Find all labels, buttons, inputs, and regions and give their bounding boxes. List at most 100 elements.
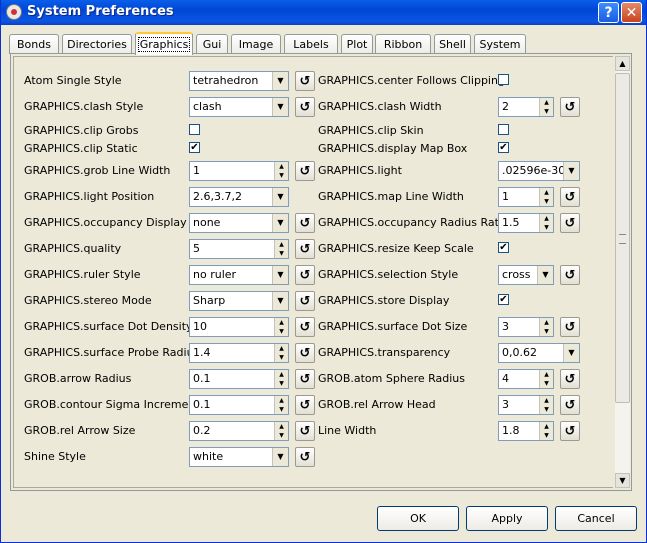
- pref-row-graphics-selection-style: GRAPHICS.selection Style cross ▼ ↺: [14, 264, 614, 286]
- field-value: .02596e-305: [502, 164, 573, 177]
- graphics-selection-style-dropdown[interactable]: cross ▼: [498, 265, 554, 285]
- pref-row-graphics-transparency: GRAPHICS.transparency 0,0.62 ▼: [14, 342, 614, 364]
- revert-icon: ↺: [564, 215, 576, 231]
- pref-label: GRAPHICS.clip Skin: [318, 124, 424, 137]
- revert-icon: ↺: [299, 449, 311, 465]
- spin-down-icon[interactable]: ▼: [540, 405, 553, 414]
- spin-up-icon[interactable]: ▲: [540, 396, 553, 405]
- chevron-down-icon[interactable]: ▼: [537, 266, 553, 284]
- field-value: 2: [502, 100, 509, 113]
- spinner-arrows-icon[interactable]: ▲ ▼: [539, 318, 553, 336]
- tab-system[interactable]: System: [474, 34, 526, 54]
- pref-label: GRAPHICS.resize Keep Scale: [318, 242, 474, 255]
- graphics-transparency-dropdown[interactable]: 0,0.62 ▼: [498, 343, 580, 363]
- field-value: cross: [502, 268, 531, 281]
- spinner-arrows-icon[interactable]: ▲ ▼: [539, 396, 553, 414]
- graphics-center-follows-clipping-checkbox[interactable]: [498, 74, 509, 85]
- tab-label: Labels: [293, 38, 329, 51]
- field-value: 4: [502, 372, 509, 385]
- line-width-spinner[interactable]: 1.8 ▲ ▼: [498, 421, 554, 441]
- tab-directories[interactable]: Directories: [62, 34, 132, 54]
- title-bar[interactable]: System Preferences ? ✕: [1, 0, 646, 25]
- graphics-occupancy-radius-ratio-revert-button[interactable]: ↺: [560, 213, 580, 233]
- tab-ribbon[interactable]: Ribbon: [375, 34, 431, 54]
- graphics-selection-style-revert-button[interactable]: ↺: [560, 265, 580, 285]
- apply-button[interactable]: Apply: [466, 506, 548, 531]
- tab-label: Shell: [439, 38, 466, 51]
- tab-label: Graphics: [137, 37, 191, 52]
- scroll-down-button[interactable]: ▼: [615, 473, 630, 488]
- pref-label: GRAPHICS.surface Dot Size: [318, 320, 468, 333]
- pref-row-grob-rel-arrow-head: GROB.rel Arrow Head 3 ▲ ▼ ↺: [14, 394, 614, 416]
- grob-rel-arrow-head-spinner[interactable]: 3 ▲ ▼: [498, 395, 554, 415]
- graphics-display-map-box-checkbox[interactable]: ✔: [498, 142, 509, 153]
- spinner-arrows-icon[interactable]: ▲ ▼: [539, 98, 553, 116]
- spinner-arrows-icon[interactable]: ▲ ▼: [539, 188, 553, 206]
- grob-rel-arrow-head-revert-button[interactable]: ↺: [560, 395, 580, 415]
- tab-label: Image: [238, 38, 274, 51]
- graphics-map-line-width-revert-button[interactable]: ↺: [560, 187, 580, 207]
- tab-image[interactable]: Image: [231, 34, 281, 54]
- graphics-clash-width-spinner[interactable]: 2 ▲ ▼: [498, 97, 554, 117]
- close-icon[interactable]: ✕: [621, 2, 642, 23]
- chevron-down-icon[interactable]: ▼: [563, 344, 579, 362]
- graphics-map-line-width-spinner[interactable]: 1 ▲ ▼: [498, 187, 554, 207]
- spin-up-icon[interactable]: ▲: [540, 370, 553, 379]
- chevron-down-icon[interactable]: ▼: [272, 448, 288, 466]
- tab-shell[interactable]: Shell: [434, 34, 471, 54]
- graphics-clash-width-revert-button[interactable]: ↺: [560, 97, 580, 117]
- system-preferences-window: System Preferences ? ✕ Bonds Directories G…: [0, 0, 647, 543]
- spinner-arrows-icon[interactable]: ▲ ▼: [539, 370, 553, 388]
- spin-down-icon[interactable]: ▼: [540, 379, 553, 388]
- spinner-arrows-icon[interactable]: ▲ ▼: [539, 214, 553, 232]
- ok-button[interactable]: OK: [377, 506, 459, 531]
- tab-gui[interactable]: Gui: [196, 34, 228, 54]
- vertical-scrollbar[interactable]: ▲ ▼: [615, 56, 630, 488]
- line-width-revert-button[interactable]: ↺: [560, 421, 580, 441]
- tab-labels[interactable]: Labels: [284, 34, 338, 54]
- field-value: 1.8: [502, 424, 520, 437]
- chevron-down-icon[interactable]: ▼: [563, 162, 579, 180]
- tab-label: Bonds: [17, 38, 51, 51]
- graphics-occupancy-radius-ratio-spinner[interactable]: 1.5 ▲ ▼: [498, 213, 554, 233]
- scroll-up-button[interactable]: ▲: [615, 56, 630, 71]
- shine-style-dropdown[interactable]: white ▼: [189, 447, 289, 467]
- spin-up-icon[interactable]: ▲: [540, 188, 553, 197]
- graphics-store-display-checkbox[interactable]: ✔: [498, 294, 509, 305]
- spin-down-icon[interactable]: ▼: [540, 327, 553, 336]
- cancel-button[interactable]: Cancel: [555, 506, 637, 531]
- scroll-thumb[interactable]: [615, 73, 630, 403]
- shine-style-revert-button[interactable]: ↺: [295, 447, 315, 467]
- tab-plot[interactable]: Plot: [341, 34, 373, 54]
- revert-icon: ↺: [564, 397, 576, 413]
- pref-label: GRAPHICS.occupancy Radius Ratio: [318, 216, 509, 229]
- graphics-resize-keep-scale-checkbox[interactable]: ✔: [498, 242, 509, 253]
- spin-down-icon[interactable]: ▼: [540, 197, 553, 206]
- spin-down-icon[interactable]: ▼: [540, 107, 553, 116]
- tab-label: System: [479, 38, 521, 51]
- tab-label: Gui: [202, 38, 222, 51]
- spin-up-icon[interactable]: ▲: [540, 318, 553, 327]
- spinner-arrows-icon[interactable]: ▲ ▼: [539, 422, 553, 440]
- graphics-clip-skin-checkbox[interactable]: [498, 124, 509, 135]
- pref-label: GRAPHICS.clash Width: [318, 100, 442, 113]
- spin-down-icon[interactable]: ▼: [540, 431, 553, 440]
- pref-label: GRAPHICS.center Follows Clipping: [318, 74, 505, 87]
- spin-down-icon[interactable]: ▼: [540, 223, 553, 232]
- spin-up-icon[interactable]: ▲: [540, 98, 553, 107]
- graphics-light-dropdown[interactable]: .02596e-305 ▼: [498, 161, 580, 181]
- tab-graphics[interactable]: Graphics: [135, 32, 193, 55]
- grob-atom-sphere-radius-spinner[interactable]: 4 ▲ ▼: [498, 369, 554, 389]
- graphics-surface-dot-size-revert-button[interactable]: ↺: [560, 317, 580, 337]
- app-icon: [6, 4, 22, 20]
- spin-up-icon[interactable]: ▲: [540, 214, 553, 223]
- graphics-surface-dot-size-spinner[interactable]: 3 ▲ ▼: [498, 317, 554, 337]
- field-value: 0,0.62: [502, 346, 537, 359]
- pref-row-graphics-resize-keep-scale: GRAPHICS.resize Keep Scale ✔: [14, 238, 614, 260]
- grob-atom-sphere-radius-revert-button[interactable]: ↺: [560, 369, 580, 389]
- spin-up-icon[interactable]: ▲: [540, 422, 553, 431]
- help-icon[interactable]: ?: [598, 2, 619, 23]
- pref-label: GROB.atom Sphere Radius: [318, 372, 465, 385]
- tab-bonds[interactable]: Bonds: [9, 34, 59, 54]
- pref-row-graphics-map-line-width: GRAPHICS.map Line Width 1 ▲ ▼ ↺: [14, 186, 614, 208]
